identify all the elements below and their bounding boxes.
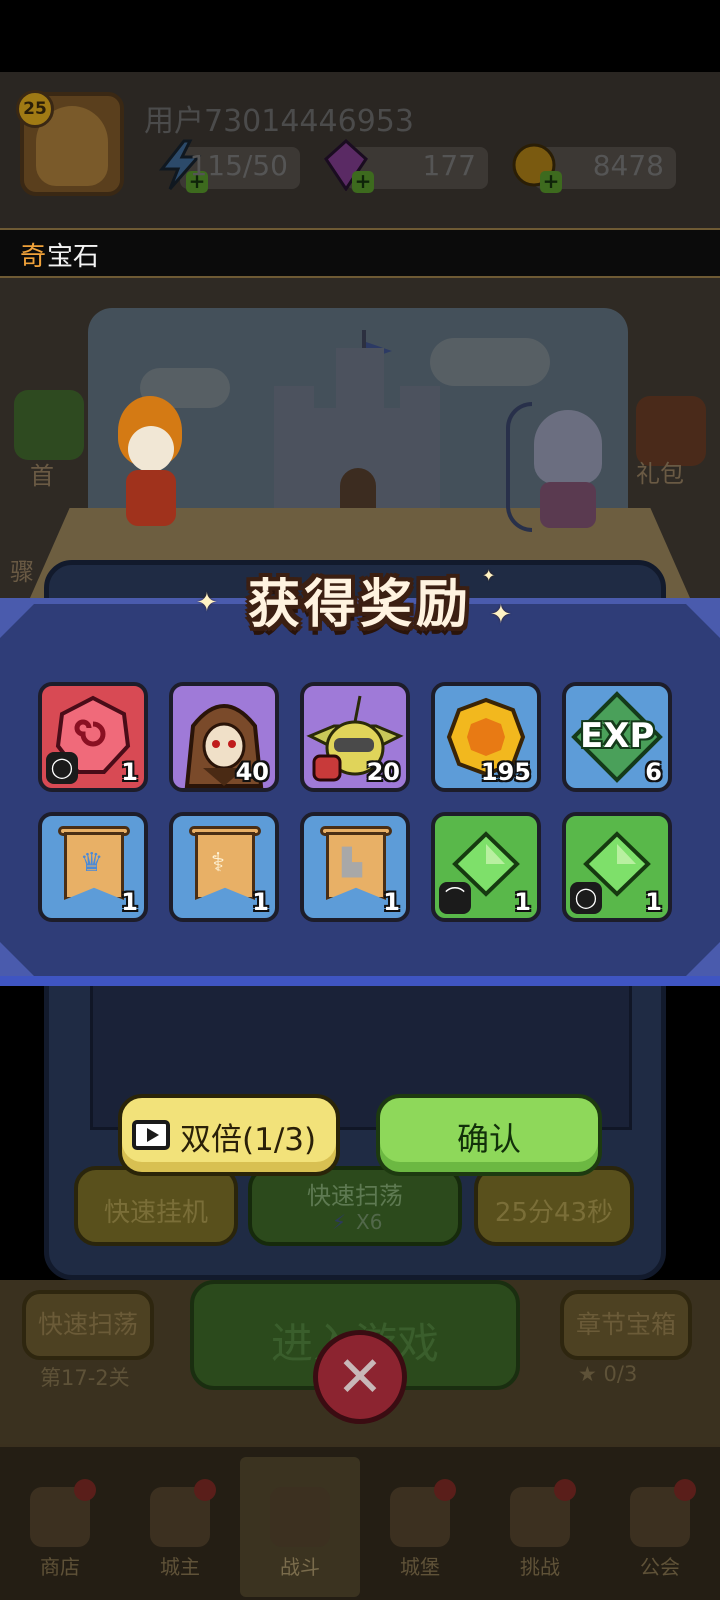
bottom-nav: 商店 城主 战斗 城堡 挑战 公会 <box>0 1444 720 1600</box>
reward-item[interactable]: ◯ 1 <box>38 682 148 792</box>
nav-label: 城堡 <box>400 1555 440 1579</box>
reward-item[interactable]: ♛ 1 <box>38 812 148 922</box>
add-gem-icon: + <box>352 171 374 193</box>
coin-value: 8478 <box>592 149 664 182</box>
status-bar <box>0 0 720 72</box>
lightning-icon: ⚡ <box>332 1210 347 1234</box>
level-badge: 25 <box>16 90 54 128</box>
star-icon: ★ <box>578 1362 597 1386</box>
reward-count: 1 <box>383 888 400 916</box>
confirm-label: 确认 <box>456 1120 521 1158</box>
notification-dot <box>194 1479 216 1501</box>
nav-label: 城主 <box>160 1555 200 1579</box>
reward-item[interactable]: 195 <box>431 682 541 792</box>
battle-icon <box>270 1487 330 1547</box>
title-text: 宝石 <box>47 242 100 272</box>
energy-pill: + 115/50 <box>158 139 300 193</box>
ring-icon: ◯ <box>570 882 602 914</box>
add-coin-icon: + <box>540 171 562 193</box>
crown-icon: ♛ <box>80 848 104 878</box>
reward-count: 1 <box>121 758 138 786</box>
sparkle-icon: ✦ <box>196 588 218 618</box>
video-ad-icon <box>132 1120 170 1150</box>
fire-hero-sprite <box>96 396 206 526</box>
ring-icon: ◯ <box>46 752 78 784</box>
reward-count: 40 <box>235 758 269 786</box>
reward-item[interactable]: ◯ 1 <box>562 812 672 922</box>
nav-label: 挑战 <box>520 1555 560 1579</box>
nav-item: 商店 <box>0 1457 120 1597</box>
confirm-button[interactable]: 确认 <box>376 1094 602 1176</box>
exp-label: EXP <box>580 716 655 756</box>
reward-count: 1 <box>645 888 662 916</box>
double-reward-button[interactable]: 双倍(1/3) <box>118 1094 340 1176</box>
close-icon: ✕ <box>336 1345 384 1410</box>
purple-gem-icon: + <box>322 138 374 193</box>
coin-pill: + 8478 <box>512 143 676 193</box>
battle-scene <box>0 278 720 608</box>
notification-dot <box>674 1479 696 1501</box>
reward-count: 20 <box>366 758 400 786</box>
reward-item[interactable]: ⚕ 1 <box>169 812 279 922</box>
notification-dot <box>74 1479 96 1501</box>
close-button: ✕ <box>313 1330 407 1424</box>
first-recharge-icon[interactable] <box>14 390 84 460</box>
staff-icon: ⚕ <box>211 848 226 878</box>
idle-timer-button: 25分43秒 <box>474 1166 634 1246</box>
reward-item[interactable]: 20 <box>300 682 410 792</box>
stage-number: 第17-2关 <box>40 1366 130 1390</box>
nav-label: 公会 <box>640 1555 680 1579</box>
sparkle-icon: ✦ <box>490 600 512 630</box>
coin-icon: + <box>510 139 562 193</box>
username: 用户73014446953 <box>144 104 414 139</box>
notification-dot <box>554 1479 576 1501</box>
reward-title: 获得奖励 <box>247 575 472 635</box>
energy-value: 115/50 <box>189 149 288 182</box>
nav-item: 战斗 <box>240 1457 360 1597</box>
quick-sweep-side-button: 快速扫荡 <box>22 1290 154 1360</box>
gem-pill: + 177 <box>324 138 488 193</box>
nav-label: 战斗 <box>280 1555 320 1579</box>
reward-count: 1 <box>514 888 531 916</box>
reward-count: 6 <box>645 758 662 786</box>
quick-idle-button: 快速挂机 <box>74 1166 238 1246</box>
gift-pack-label: 礼包 <box>636 460 684 488</box>
notification-dot <box>434 1479 456 1501</box>
double-reward-label: 双倍(1/3) <box>180 1122 317 1158</box>
nav-item: 挑战 <box>480 1457 600 1597</box>
title-first-char: 奇 <box>20 242 47 272</box>
item-title-bar: 奇 宝石 <box>0 228 720 278</box>
reward-item[interactable]: ⌒ 1 <box>431 812 541 922</box>
nav-item: 公会 <box>600 1457 720 1597</box>
chapter-chest-button: 章节宝箱 <box>560 1290 692 1360</box>
reward-count: 195 <box>480 758 531 786</box>
reward-item[interactable]: EXP 6 <box>562 682 672 792</box>
chapter-stars: ★ 0/3 <box>578 1362 638 1386</box>
reward-count: 1 <box>121 888 138 916</box>
side-label-first: 首 <box>30 462 54 490</box>
quick-sweep-button: 快速扫荡 ⚡ X6 <box>248 1166 462 1246</box>
reward-count: 1 <box>252 888 269 916</box>
reward-panel: 获得奖励 ✦ ✦ ✦ ◯ 1 40 20 195 EXP 6 ♛ 1 ⚕ 1 ▙ 1 ⌒ 1 ◯ 1 <box>0 566 720 986</box>
nav-item: 城堡 <box>360 1457 480 1597</box>
sparkle-icon: ✦ <box>482 566 496 585</box>
reward-item[interactable]: 40 <box>169 682 279 792</box>
bow-icon: ⌒ <box>439 882 471 914</box>
boot-icon: ▙ <box>342 848 362 878</box>
cloud <box>430 338 550 386</box>
nav-item: 城主 <box>120 1457 240 1597</box>
nav-label: 商店 <box>40 1555 80 1579</box>
gem-value: 177 <box>422 149 476 182</box>
reward-item[interactable]: ▙ 1 <box>300 812 410 922</box>
dark-knight-sprite <box>500 402 620 532</box>
